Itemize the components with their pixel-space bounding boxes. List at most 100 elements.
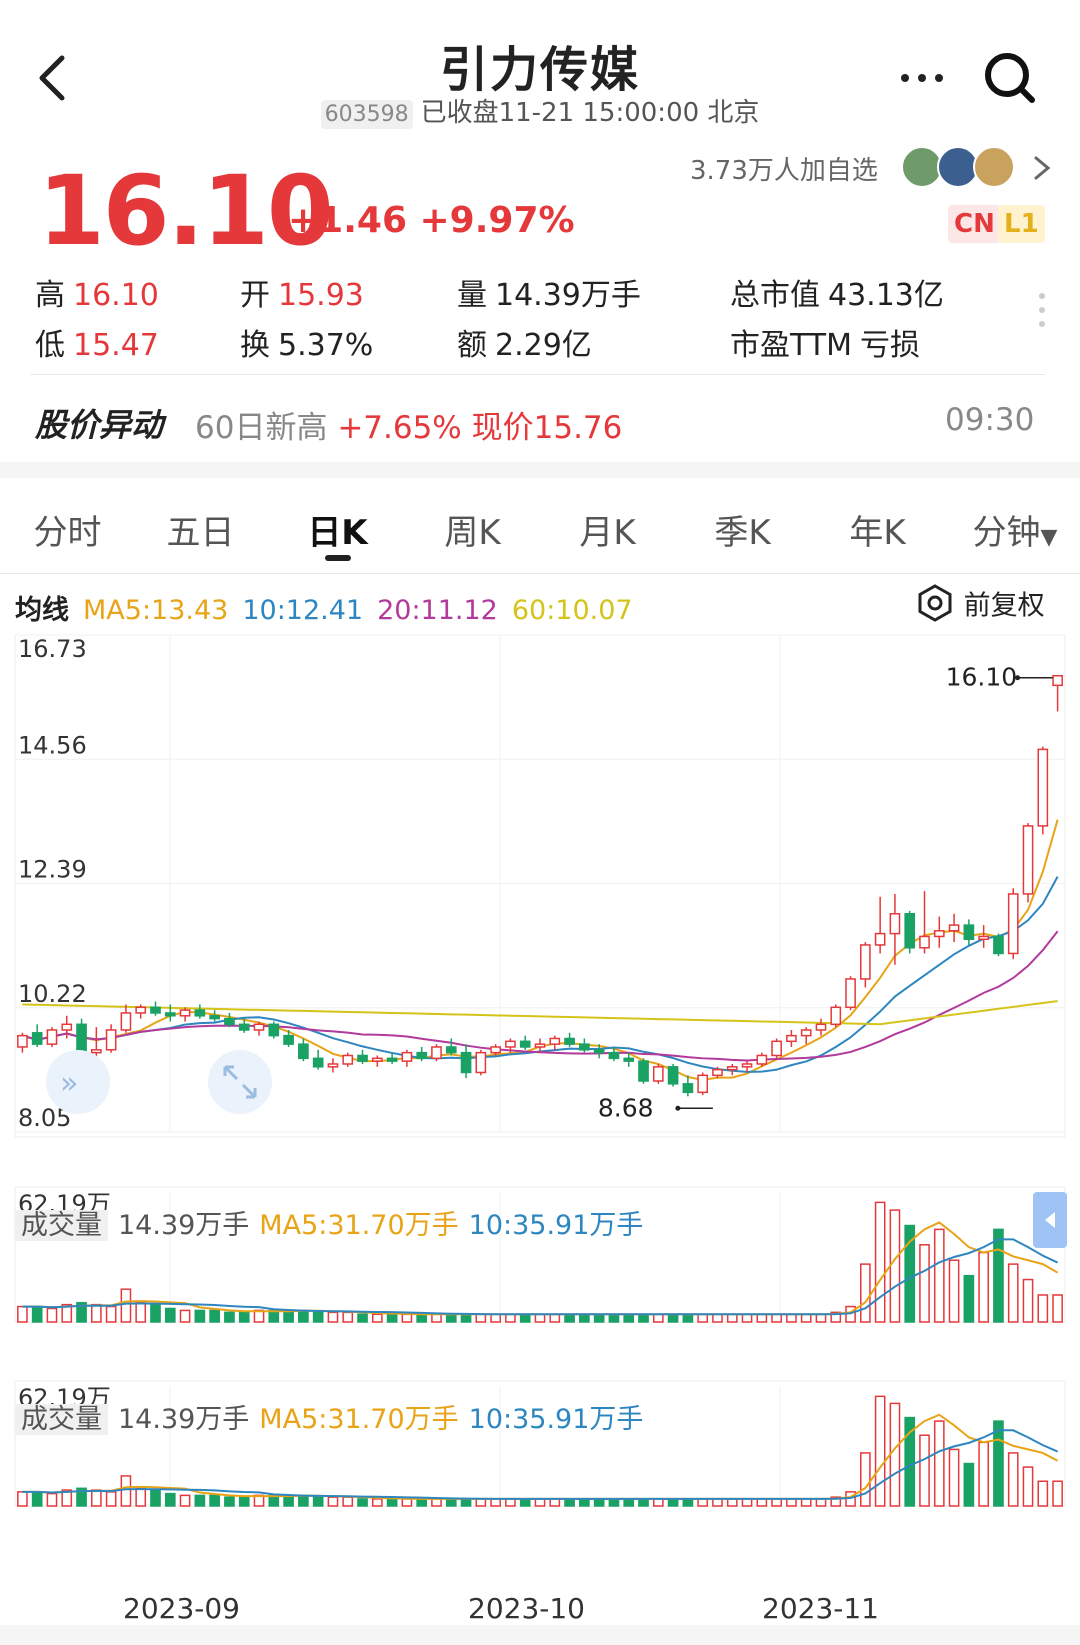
volume-bar [1037,1480,1049,1507]
alert-time: 09:30 [945,402,1035,438]
volume-bar [948,1448,960,1507]
candle-body [357,1054,368,1062]
candle-body [253,1023,265,1031]
candle-body [845,978,856,1009]
candle-body [534,1043,546,1048]
volume-bar [593,1498,605,1507]
volume-bar [682,1498,694,1507]
candle-body [312,1057,324,1068]
volume-bar [638,1498,649,1507]
volume-bar [371,1498,383,1507]
volume-bar [874,1201,886,1323]
y-tick-label: 16.73 [18,635,87,663]
search-button[interactable] [980,48,1040,108]
volume-bar [889,1402,901,1507]
candle-body [283,1034,294,1045]
collapse-panel-button[interactable] [1033,1192,1067,1248]
volume-bar [179,1309,191,1323]
candle-body [993,935,1004,955]
volume-bar [401,1498,413,1507]
volume-bar [224,1311,235,1323]
stat-pe: 市盈TTM 亏损 [730,328,921,363]
volume-bar [164,1307,176,1323]
candle-body [327,1063,339,1068]
active-tab-indicator [325,555,351,561]
volume-bar [697,1313,709,1323]
volume-bar [238,1311,250,1323]
expand-stats-icon[interactable] [1038,290,1046,330]
volume-bar [549,1313,561,1323]
volume-bar [993,1420,1004,1507]
candle-body [933,930,945,938]
volume-bar [475,1313,487,1323]
volume-legend: 成交量 14.39万手 MA5:31.70万手 10:35.91万手 [15,1397,653,1436]
candle-body [61,1023,73,1031]
volume-bar [519,1498,531,1507]
volume-bar [933,1228,945,1323]
volume-bar [312,1496,324,1507]
volume-bar [460,1313,472,1323]
volume-bar [963,1462,975,1507]
volume-bar [771,1313,782,1323]
volume-bar [963,1274,975,1323]
tab-weekly-k[interactable]: 周K [430,505,515,554]
volume-bar [91,1303,102,1323]
tab-daily-k[interactable]: 日K [295,505,380,554]
candle-body [726,1066,738,1071]
candle-body [298,1043,309,1060]
kline-chart[interactable]: 16.7314.5612.3910.228.0516.108.68»62.19万… [0,630,1080,1610]
double-chevron-right-icon: » [60,1066,78,1101]
y-tick-label: 10.22 [18,980,87,1008]
volume-bar [800,1313,812,1323]
candle-body [741,1063,753,1068]
tab-monthly-k[interactable]: 月K [565,505,650,554]
candle-body [1037,748,1049,827]
volume-bar [445,1313,457,1323]
candle-body [238,1023,250,1031]
candle-body [224,1017,235,1026]
price-change: +1.46 +9.97% [288,200,575,241]
volume-bar [150,1303,161,1323]
tab-yearly-k[interactable]: 年K [835,505,920,554]
candle-body [593,1049,605,1054]
chevron-right-icon[interactable] [1030,150,1054,186]
alert-title[interactable]: 股价异动 [35,400,163,446]
volume-bar [948,1259,960,1323]
volume-bar [460,1498,472,1507]
volume-bar [298,1309,309,1323]
volume-bar [564,1313,575,1323]
volume-bar [224,1496,235,1507]
tab-quarterly-k[interactable]: 季K [700,505,785,554]
volume-bar [1007,1452,1019,1507]
volume-bar [726,1313,738,1323]
volume-bar [46,1307,58,1323]
volume-bar [608,1313,620,1323]
x-axis-label: 2023-09 [123,1592,240,1625]
candle-body [1022,825,1034,895]
candle-body [549,1037,561,1045]
volume-bar [815,1498,827,1507]
tab-intraday[interactable]: 分时 [25,505,110,554]
candle-body [519,1040,531,1048]
stat-low: 低 15.47 [35,328,159,363]
tab-minute[interactable]: 分钟▼ [960,505,1070,554]
x-axis-label: 2023-11 [762,1592,879,1625]
volume-bar [682,1313,694,1323]
avatar-group[interactable] [900,145,1025,189]
volume-bar [786,1313,797,1323]
watchlist-count[interactable]: 3.73万人加自选 [690,150,878,187]
volume-bar [726,1498,738,1507]
min-price-dot [675,1105,681,1111]
volume-bar [386,1313,398,1323]
volume-bar [17,1491,28,1507]
candle-body [652,1066,664,1082]
more-button[interactable] [895,58,950,98]
adjust-toggle-button[interactable]: 前复权 [915,583,1065,627]
tab-five-day[interactable]: 五日 [158,505,243,554]
volume-bar [623,1498,635,1507]
volume-bar [209,1494,220,1507]
alert-text[interactable]: 60日新高 +7.65% 现价15.76 [195,402,622,447]
volume-bar [312,1311,324,1323]
more-icon [901,74,943,82]
volume-bar [17,1305,28,1323]
